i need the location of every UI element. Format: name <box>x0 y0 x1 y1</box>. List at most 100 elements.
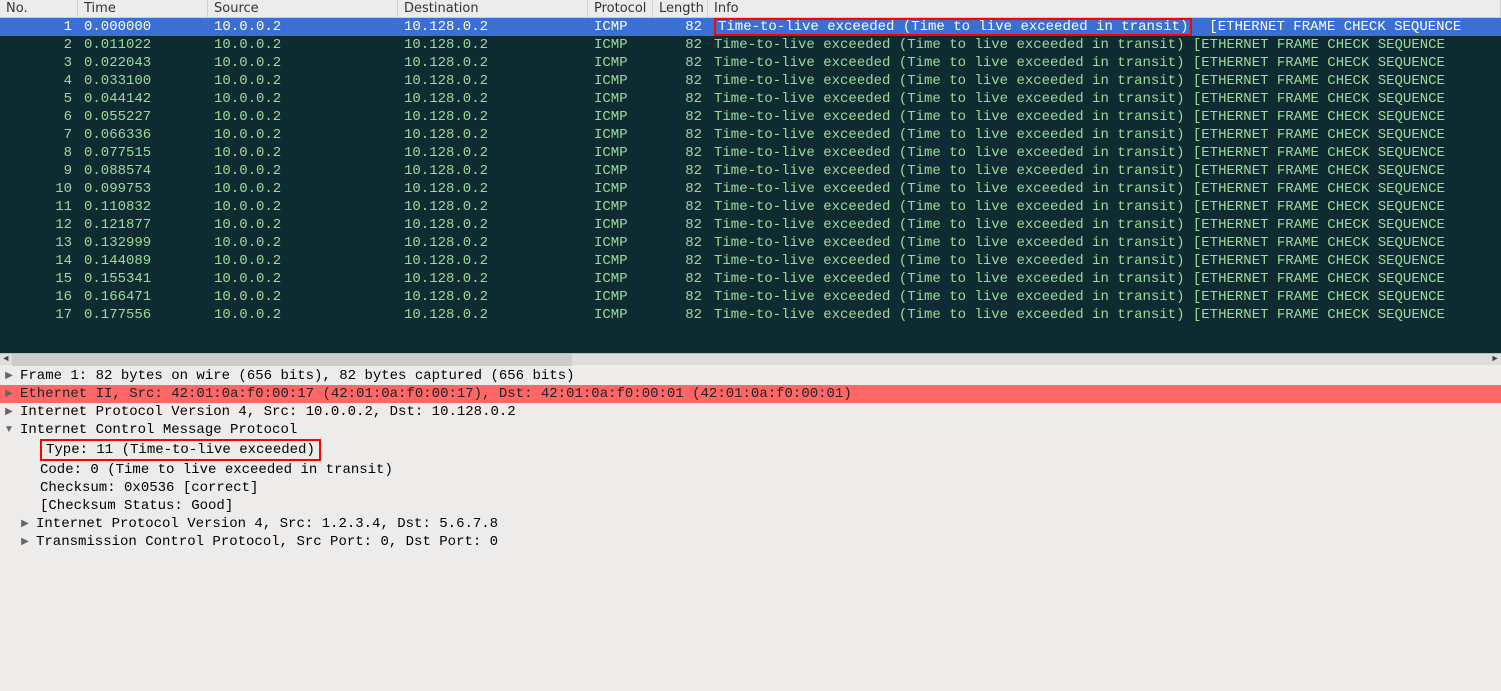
tree-item-inner-tcp[interactable]: ▶ Transmission Control Protocol, Src Por… <box>0 533 1501 551</box>
cell-protocol: ICMP <box>588 270 653 288</box>
cell-destination: 10.128.0.2 <box>398 72 588 90</box>
cell-time: 0.022043 <box>78 54 208 72</box>
tree-item-ethernet[interactable]: ▶ Ethernet II, Src: 42:01:0a:f0:00:17 (4… <box>0 385 1501 403</box>
packet-row[interactable]: 20.01102210.0.0.210.128.0.2ICMP82Time-to… <box>0 36 1501 54</box>
packet-row[interactable]: 30.02204310.0.0.210.128.0.2ICMP82Time-to… <box>0 54 1501 72</box>
col-header-destination[interactable]: Destination <box>398 0 588 17</box>
scroll-right-button[interactable]: ► <box>1489 354 1501 366</box>
cell-info: Time-to-live exceeded (Time to live exce… <box>708 198 1501 216</box>
packet-row[interactable]: 150.15534110.0.0.210.128.0.2ICMP82Time-t… <box>0 270 1501 288</box>
cell-length: 82 <box>653 126 708 144</box>
tree-item-icmp-checksum-status[interactable]: [Checksum Status: Good] <box>0 497 1501 515</box>
expand-icon[interactable]: ▶ <box>0 367 18 385</box>
cell-source: 10.0.0.2 <box>208 18 398 36</box>
expand-icon[interactable]: ▶ <box>0 403 18 421</box>
cell-destination: 10.128.0.2 <box>398 36 588 54</box>
scroll-left-button[interactable]: ◄ <box>0 354 12 366</box>
packet-list[interactable]: 10.00000010.0.0.210.128.0.2ICMP82Time-to… <box>0 18 1501 353</box>
cell-time: 0.077515 <box>78 144 208 162</box>
cell-protocol: ICMP <box>588 252 653 270</box>
cell-no: 12 <box>0 216 78 234</box>
packet-row[interactable]: 80.07751510.0.0.210.128.0.2ICMP82Time-to… <box>0 144 1501 162</box>
cell-info: Time-to-live exceeded (Time to live exce… <box>708 90 1501 108</box>
expand-icon[interactable]: ▶ <box>16 533 34 551</box>
cell-time: 0.144089 <box>78 252 208 270</box>
tree-item-icmp-checksum[interactable]: Checksum: 0x0536 [correct] <box>0 479 1501 497</box>
col-header-source[interactable]: Source <box>208 0 398 17</box>
cell-time: 0.000000 <box>78 18 208 36</box>
cell-no: 16 <box>0 288 78 306</box>
cell-destination: 10.128.0.2 <box>398 180 588 198</box>
cell-info: Time-to-live exceeded (Time to live exce… <box>708 216 1501 234</box>
scroll-track[interactable] <box>12 354 1489 366</box>
cell-length: 82 <box>653 162 708 180</box>
cell-info: Time-to-live exceeded (Time to live exce… <box>708 126 1501 144</box>
packet-row[interactable]: 120.12187710.0.0.210.128.0.2ICMP82Time-t… <box>0 216 1501 234</box>
cell-source: 10.0.0.2 <box>208 144 398 162</box>
tree-item-inner-ipv4[interactable]: ▶ Internet Protocol Version 4, Src: 1.2.… <box>0 515 1501 533</box>
tree-item-icmp[interactable]: ▼ Internet Control Message Protocol <box>0 421 1501 439</box>
cell-time: 0.044142 <box>78 90 208 108</box>
cell-time: 0.099753 <box>78 180 208 198</box>
expand-icon[interactable]: ▶ <box>16 515 34 533</box>
packet-row[interactable]: 70.06633610.0.0.210.128.0.2ICMP82Time-to… <box>0 126 1501 144</box>
packet-row[interactable]: 50.04414210.0.0.210.128.0.2ICMP82Time-to… <box>0 90 1501 108</box>
cell-no: 6 <box>0 108 78 126</box>
cell-length: 82 <box>653 36 708 54</box>
tree-item-icmp-type[interactable]: Type: 11 (Time-to-live exceeded) <box>0 439 1501 461</box>
cell-destination: 10.128.0.2 <box>398 306 588 324</box>
packet-row[interactable]: 90.08857410.0.0.210.128.0.2ICMP82Time-to… <box>0 162 1501 180</box>
cell-length: 82 <box>653 234 708 252</box>
packet-row[interactable]: 60.05522710.0.0.210.128.0.2ICMP82Time-to… <box>0 108 1501 126</box>
scroll-thumb[interactable] <box>12 354 572 366</box>
cell-time: 0.132999 <box>78 234 208 252</box>
cell-info: Time-to-live exceeded (Time to live exce… <box>708 252 1501 270</box>
col-header-protocol[interactable]: Protocol <box>588 0 653 17</box>
cell-info: Time-to-live exceeded (Time to live exce… <box>708 234 1501 252</box>
cell-no: 15 <box>0 270 78 288</box>
cell-protocol: ICMP <box>588 18 653 36</box>
cell-time: 0.055227 <box>78 108 208 126</box>
cell-no: 2 <box>0 36 78 54</box>
cell-length: 82 <box>653 252 708 270</box>
tree-item-ipv4[interactable]: ▶ Internet Protocol Version 4, Src: 10.0… <box>0 403 1501 421</box>
packet-row[interactable]: 160.16647110.0.0.210.128.0.2ICMP82Time-t… <box>0 288 1501 306</box>
cell-destination: 10.128.0.2 <box>398 198 588 216</box>
cell-destination: 10.128.0.2 <box>398 144 588 162</box>
packet-list-header[interactable]: No. Time Source Destination Protocol Len… <box>0 0 1501 18</box>
collapse-icon[interactable]: ▼ <box>0 421 18 439</box>
cell-no: 8 <box>0 144 78 162</box>
cell-no: 4 <box>0 72 78 90</box>
cell-destination: 10.128.0.2 <box>398 162 588 180</box>
packet-row[interactable]: 130.13299910.0.0.210.128.0.2ICMP82Time-t… <box>0 234 1501 252</box>
tree-item-frame[interactable]: ▶ Frame 1: 82 bytes on wire (656 bits), … <box>0 367 1501 385</box>
expand-icon[interactable]: ▶ <box>0 385 18 403</box>
cell-source: 10.0.0.2 <box>208 288 398 306</box>
cell-protocol: ICMP <box>588 54 653 72</box>
packet-row[interactable]: 40.03310010.0.0.210.128.0.2ICMP82Time-to… <box>0 72 1501 90</box>
packet-row[interactable]: 10.00000010.0.0.210.128.0.2ICMP82Time-to… <box>0 18 1501 36</box>
cell-protocol: ICMP <box>588 306 653 324</box>
packet-row[interactable]: 170.17755610.0.0.210.128.0.2ICMP82Time-t… <box>0 306 1501 324</box>
cell-destination: 10.128.0.2 <box>398 90 588 108</box>
cell-source: 10.0.0.2 <box>208 234 398 252</box>
packet-row[interactable]: 140.14408910.0.0.210.128.0.2ICMP82Time-t… <box>0 252 1501 270</box>
cell-time: 0.121877 <box>78 216 208 234</box>
cell-destination: 10.128.0.2 <box>398 108 588 126</box>
cell-source: 10.0.0.2 <box>208 126 398 144</box>
col-header-no[interactable]: No. <box>0 0 78 17</box>
col-header-info[interactable]: Info <box>708 0 1501 17</box>
col-header-time[interactable]: Time <box>78 0 208 17</box>
cell-protocol: ICMP <box>588 126 653 144</box>
cell-length: 82 <box>653 216 708 234</box>
cell-destination: 10.128.0.2 <box>398 288 588 306</box>
col-header-length[interactable]: Length <box>653 0 708 17</box>
packet-row[interactable]: 110.11083210.0.0.210.128.0.2ICMP82Time-t… <box>0 198 1501 216</box>
packet-details-tree[interactable]: ▶ Frame 1: 82 bytes on wire (656 bits), … <box>0 365 1501 691</box>
packet-row[interactable]: 100.09975310.0.0.210.128.0.2ICMP82Time-t… <box>0 180 1501 198</box>
cell-source: 10.0.0.2 <box>208 252 398 270</box>
cell-protocol: ICMP <box>588 198 653 216</box>
cell-source: 10.0.0.2 <box>208 216 398 234</box>
packet-list-horizontal-scrollbar[interactable]: ◄ ► <box>0 353 1501 365</box>
tree-item-icmp-code[interactable]: Code: 0 (Time to live exceeded in transi… <box>0 461 1501 479</box>
